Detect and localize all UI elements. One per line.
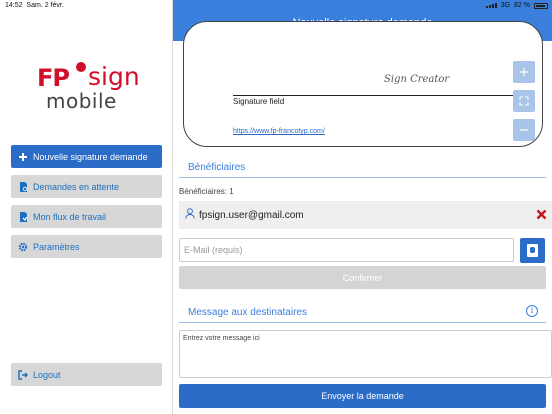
minus-icon <box>520 129 528 131</box>
expand-icon <box>519 96 529 106</box>
signature-line <box>233 95 514 96</box>
logo-fp-text: FP <box>37 64 70 92</box>
nav-label: Nouvelle signature demande <box>33 151 148 162</box>
status-time-date: 14:52 Sam. 2 févr. <box>5 0 64 11</box>
logout-button[interactable]: Logout <box>11 363 162 386</box>
confirm-button[interactable]: Confirmer <box>179 266 546 289</box>
zoom-out-button[interactable] <box>513 119 535 141</box>
signature-scribble: Sign Creator <box>384 74 450 85</box>
beneficiary-email: fpsign.user@gmail.com <box>199 209 304 221</box>
document-preview[interactable]: Sign Creator Signature field https://www… <box>183 21 543 147</box>
gear-icon <box>18 242 28 252</box>
nav-pending-requests[interactable]: Demandes en attente <box>11 175 162 198</box>
user-icon <box>185 208 195 222</box>
info-icon[interactable]: i <box>526 305 538 317</box>
nav-settings[interactable]: Paramètres <box>11 235 162 258</box>
email-field[interactable] <box>179 238 514 262</box>
fullscreen-button[interactable] <box>513 90 535 112</box>
sidebar: FP sign mobile Nouvelle signature demand… <box>0 0 173 414</box>
contacts-button[interactable] <box>520 238 545 263</box>
logo-sign-text: sign <box>88 62 140 91</box>
plus-icon <box>18 152 28 162</box>
beneficiaires-count: Bénéficiaires: 1 <box>179 187 234 196</box>
pending-document-icon <box>18 181 28 192</box>
logo-dot <box>76 62 86 72</box>
battery-icon <box>534 2 548 9</box>
nav-label: Paramètres <box>33 241 80 252</box>
message-input[interactable] <box>179 330 552 378</box>
address-book-icon <box>527 244 538 257</box>
battery-percent: 82 % <box>514 2 530 9</box>
remove-beneficiary-button[interactable] <box>536 208 547 223</box>
status-right: 3G 82 % <box>485 0 548 11</box>
section-divider <box>179 322 546 323</box>
status-bar: 14:52 Sam. 2 févr. 3G 82 % <box>0 0 552 11</box>
workflow-document-icon <box>18 211 28 222</box>
logout-icon <box>18 369 28 380</box>
main-content: Sign Creator Signature field https://www… <box>173 21 552 414</box>
nav-my-workflow[interactable]: Mon flux de travail <box>11 205 162 228</box>
list-item: fpsign.user@gmail.com <box>179 201 552 229</box>
close-icon <box>536 209 547 220</box>
beneficiaires-title: Bénéficiaires <box>188 162 246 173</box>
nav-label: Mon flux de travail <box>33 211 107 222</box>
network-type: 3G <box>500 2 511 9</box>
nav-new-signature-request[interactable]: Nouvelle signature demande <box>11 145 162 168</box>
zoom-in-button[interactable] <box>513 61 535 83</box>
nav-label: Demandes en attente <box>33 181 120 192</box>
plus-icon <box>520 68 528 76</box>
signal-icon <box>485 3 497 8</box>
fp-sign-mobile-logo: FP sign mobile <box>37 62 147 118</box>
logo-mobile-text: mobile <box>46 89 117 113</box>
section-divider <box>179 177 546 178</box>
status-date: Sam. 2 févr. <box>26 2 64 9</box>
send-request-button[interactable]: Envoyer la demande <box>179 384 546 408</box>
logout-label: Logout <box>33 369 61 380</box>
message-title: Message aux destinataires <box>188 307 307 318</box>
signature-field-label: Signature field <box>233 97 285 106</box>
status-time: 14:52 <box>5 2 23 9</box>
document-link[interactable]: https://www.fp-francotyp.com/ <box>233 128 325 135</box>
